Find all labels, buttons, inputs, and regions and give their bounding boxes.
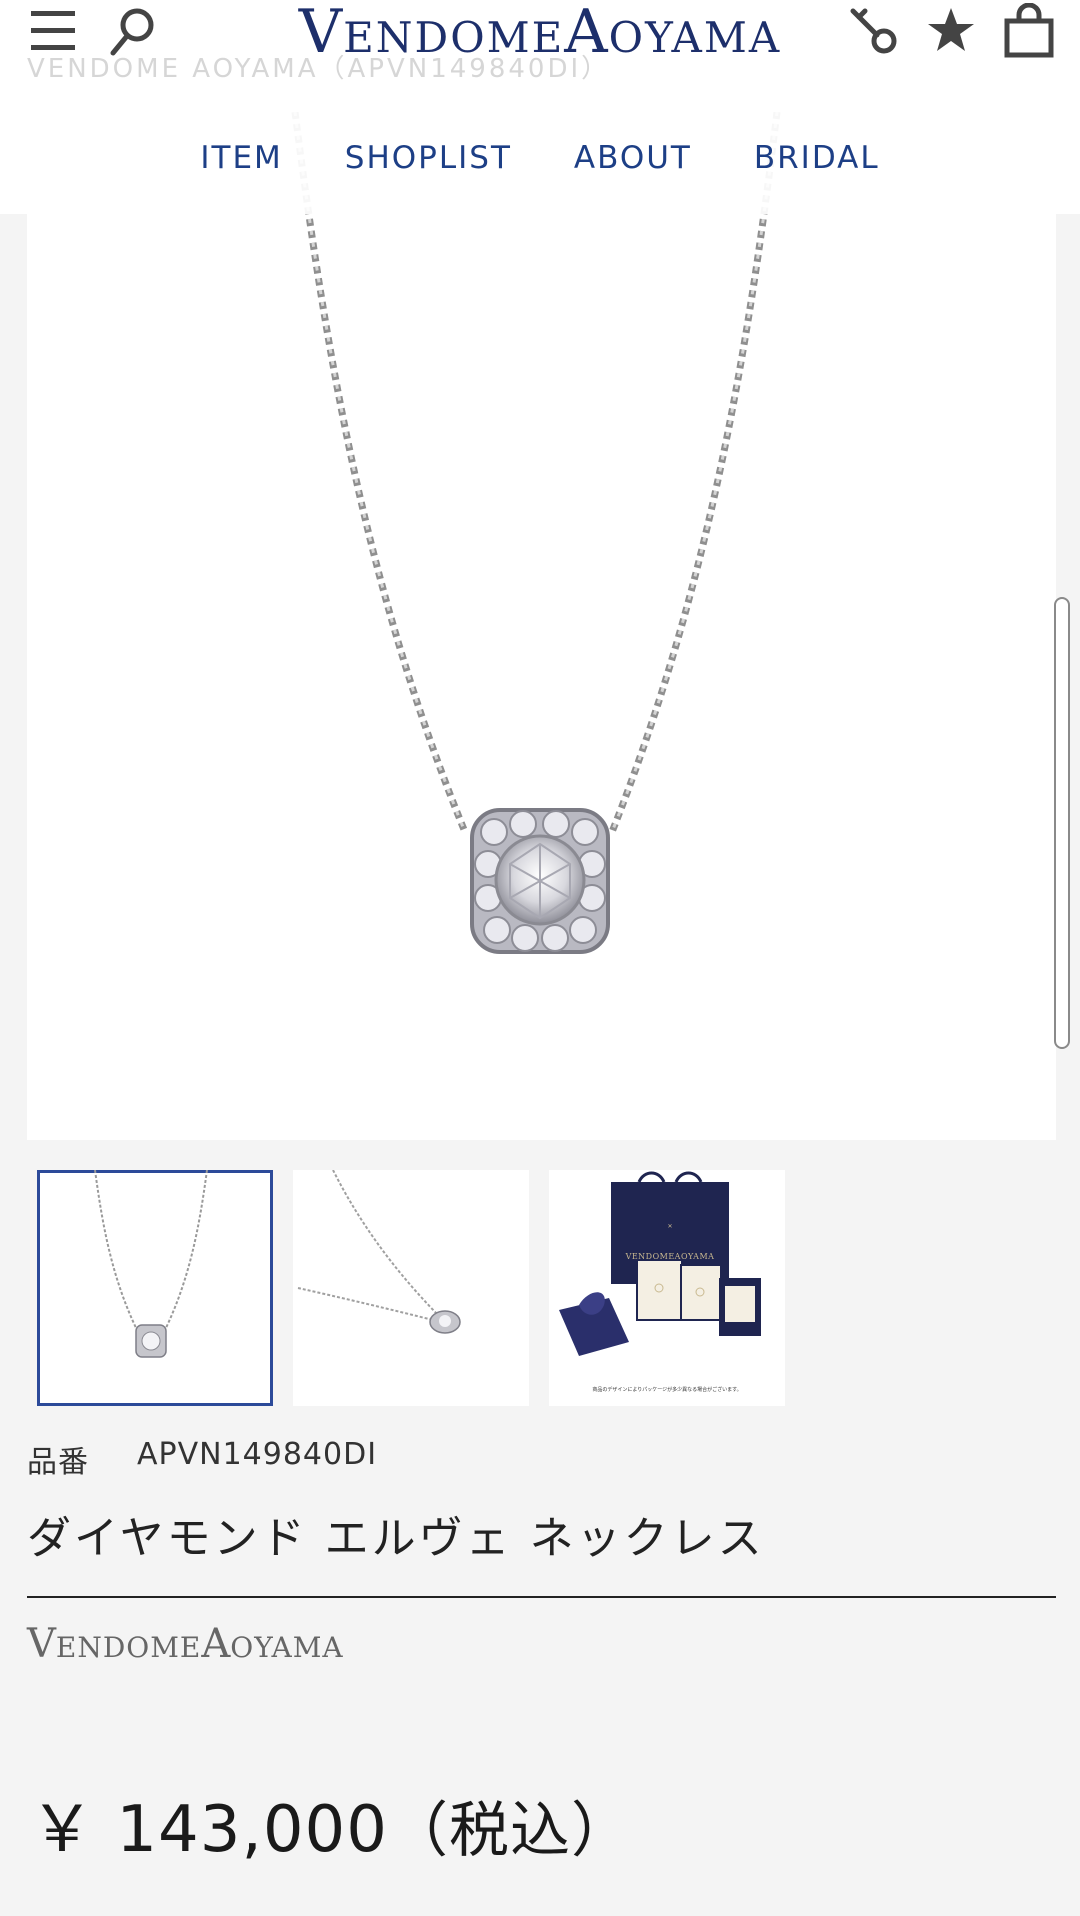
nav-item-about[interactable]: ABOUT <box>543 140 723 176</box>
thumbnail-strip: ✕ VENDOMEAOYAMA 商品のデザインによりパッケージが多少異なる場合が… <box>37 1170 785 1406</box>
bag-icon[interactable] <box>998 0 1060 62</box>
brand-logo[interactable]: VENDOMEAOYAMA <box>27 1620 344 1676</box>
product-name: ダイヤモンド エルヴェ ネックレス <box>27 1513 765 1564</box>
thumbnail-necklace-side[interactable] <box>293 1170 529 1406</box>
nav-item-bridal[interactable]: BRIDAL <box>723 140 911 176</box>
thumbnail-necklace-front[interactable] <box>37 1170 273 1406</box>
price-value: ￥ 143,000 <box>30 1793 388 1867</box>
svg-text:✕: ✕ <box>667 1223 672 1230</box>
packaging-logo: VENDOMEAOYAMA <box>625 1252 715 1261</box>
logo-link[interactable]: VENDOMEAOYAMA <box>299 0 781 79</box>
sku-value: APVN149840DI <box>137 1437 378 1472</box>
search-icon[interactable] <box>102 0 164 62</box>
thumbnail-gift-packaging[interactable]: ✕ VENDOMEAOYAMA 商品のデザインによりパッケージが多少異なる場合が… <box>549 1170 785 1406</box>
nav-item-shoplist[interactable]: SHOPLIST <box>314 140 543 176</box>
menu-icon[interactable] <box>22 0 84 62</box>
sku-label: 品番 <box>27 1445 89 1480</box>
product-main-image[interactable] <box>27 112 1056 1140</box>
scrollbar[interactable] <box>1054 597 1070 1049</box>
divider <box>27 1596 1056 1598</box>
star-icon[interactable] <box>920 0 982 62</box>
main-nav: ITEM SHOPLIST ABOUT BRIDAL <box>0 140 1080 176</box>
sku-row: 品番 APVN149840DI <box>27 1437 377 1481</box>
price: ￥ 143,000（税込） <box>30 1778 632 1870</box>
key-icon[interactable] <box>842 0 904 62</box>
packaging-caption: 商品のデザインによりパッケージが多少異なる場合がございます。 <box>592 1387 742 1393</box>
price-tax-label: （税込） <box>388 1796 632 1866</box>
nav-item-item[interactable]: ITEM <box>169 140 313 176</box>
